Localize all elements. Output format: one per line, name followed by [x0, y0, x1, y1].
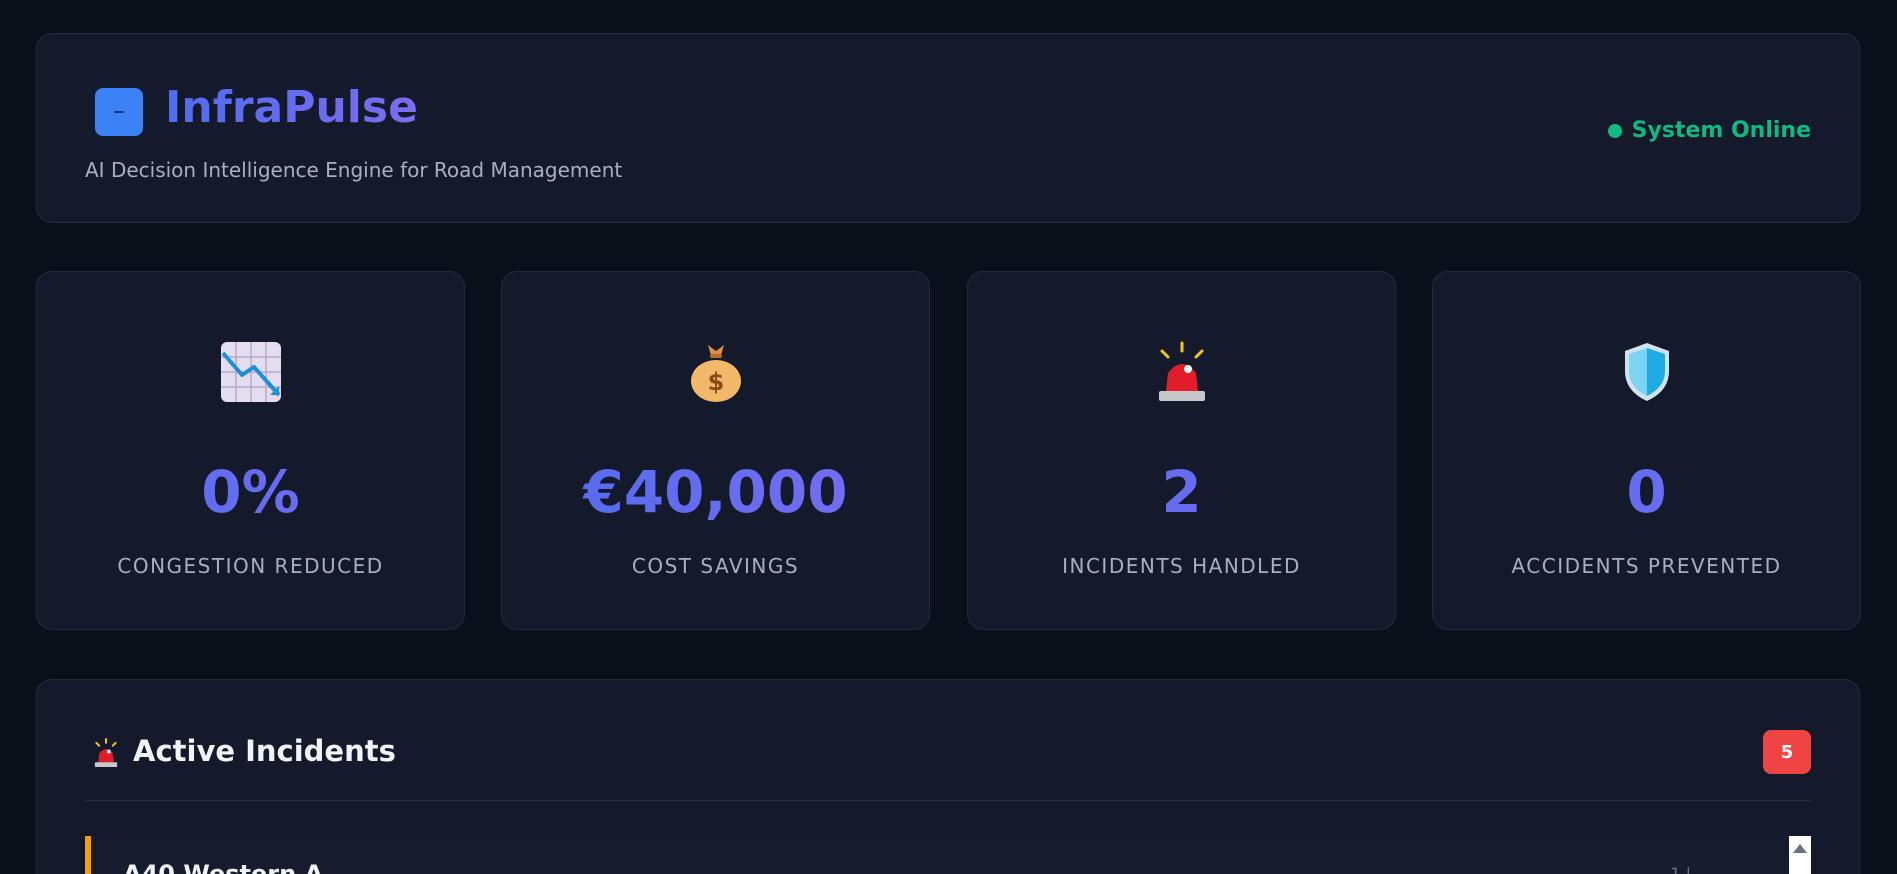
incident-list-item[interactable]: A40 Western A 1 |	[85, 836, 1811, 874]
app-subtitle: AI Decision Intelligence Engine for Road…	[85, 158, 623, 182]
status-label: System Online	[1631, 118, 1811, 143]
incident-title: A40 Western A	[123, 860, 324, 874]
stat-card-accidents-prevented: 0 ACCIDENTS PREVENTED	[1432, 271, 1861, 630]
severity-bar	[85, 836, 91, 874]
divider	[85, 800, 1811, 801]
svg-text:$: $	[707, 368, 724, 396]
stat-value: 2	[968, 458, 1395, 526]
arrow-up-icon	[1793, 844, 1807, 853]
stat-label: COST SAVINGS	[631, 554, 800, 578]
header-panel: InfraPulse AI Decision Intelligence Engi…	[36, 33, 1860, 223]
siren-icon	[968, 340, 1395, 404]
stat-card-cost-savings: $ €40,000 COST SAVINGS	[501, 271, 930, 630]
stat-value: 0%	[37, 458, 464, 526]
incident-meta: 1 |	[1670, 864, 1691, 874]
system-status: System Online	[1607, 118, 1811, 143]
active-incidents-panel: Active Incidents 5 A40 Western A 1 |	[36, 679, 1860, 874]
incidents-title: Active Incidents	[133, 734, 396, 768]
stat-card-congestion: 0% CONGESTION REDUCED	[36, 271, 465, 630]
siren-icon	[94, 738, 118, 768]
dashboard-page: InfraPulse AI Decision Intelligence Engi…	[0, 0, 1897, 874]
money-bag-icon: $	[502, 340, 929, 404]
chart-decreasing-icon	[37, 340, 464, 404]
incident-count-badge: 5	[1763, 730, 1811, 774]
stat-value: €40,000	[502, 458, 929, 526]
stat-label: CONGESTION REDUCED	[117, 554, 384, 578]
stat-label: INCIDENTS HANDLED	[1062, 554, 1301, 578]
app-title: InfraPulse	[165, 82, 418, 133]
status-dot-icon	[1607, 123, 1622, 138]
logo-square-icon	[95, 88, 143, 136]
scrollbar-up-button[interactable]	[1789, 836, 1811, 874]
stat-label: ACCIDENTS PREVENTED	[1511, 554, 1782, 578]
stat-card-incidents-handled: 2 INCIDENTS HANDLED	[967, 271, 1396, 630]
stat-value: 0	[1433, 458, 1860, 526]
shield-icon	[1433, 340, 1860, 404]
